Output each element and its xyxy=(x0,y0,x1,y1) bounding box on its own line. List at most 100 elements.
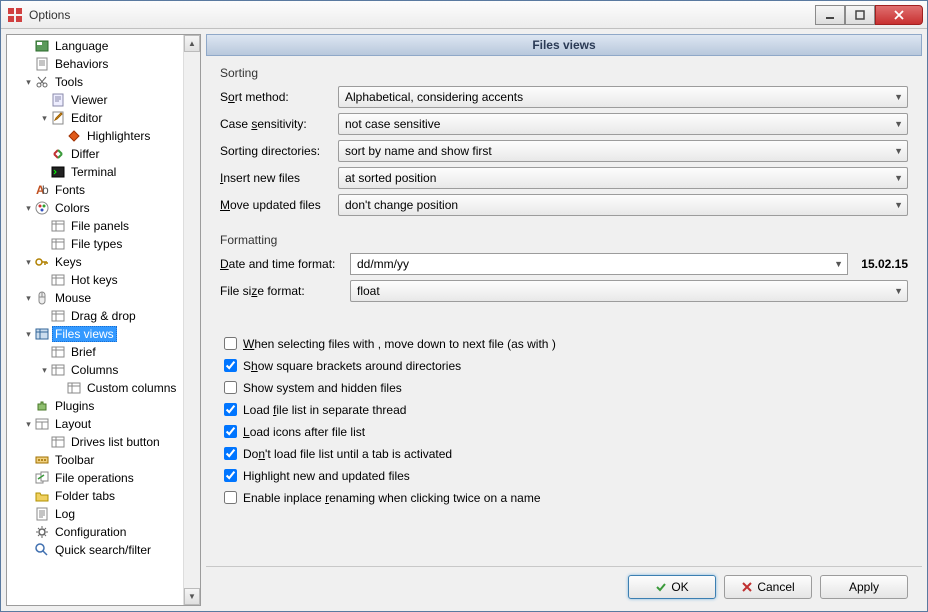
tree-item-layout[interactable]: ▾ Layout xyxy=(9,415,183,433)
minimize-button[interactable] xyxy=(815,5,845,25)
tree-item-colors[interactable]: ▾Colors xyxy=(9,199,183,217)
option-checkbox-7[interactable]: Enable inplace renaming when clicking tw… xyxy=(220,488,908,507)
close-button[interactable] xyxy=(875,5,923,25)
cancel-button[interactable]: Cancel xyxy=(724,575,812,599)
tree-item-log[interactable]: Log xyxy=(9,505,183,523)
case-combo[interactable]: not case sensitive▼ xyxy=(338,113,908,135)
tree-item-label: Language xyxy=(52,38,111,54)
dropdown-arrow-icon: ▼ xyxy=(894,92,903,102)
tree-item-configuration[interactable]: Configuration xyxy=(9,523,183,541)
tree-twisty-icon[interactable]: ▾ xyxy=(23,77,34,88)
panel-icon xyxy=(50,308,66,324)
checkbox-input[interactable] xyxy=(224,447,237,460)
option-checkbox-4[interactable]: Load icons after file list xyxy=(220,422,908,441)
tree-item-file-types[interactable]: File types xyxy=(9,235,183,253)
tree-item-folder-tabs[interactable]: Folder tabs xyxy=(9,487,183,505)
tree-twisty-icon[interactable]: ▾ xyxy=(23,257,34,268)
tree-item-language[interactable]: Language xyxy=(9,37,183,55)
tree-item-hot-keys[interactable]: Hot keys xyxy=(9,271,183,289)
tree-item-differ[interactable]: Differ xyxy=(9,145,183,163)
tree-twisty-icon[interactable]: ▾ xyxy=(23,293,34,304)
edit-icon xyxy=(50,110,66,126)
tree-twisty-icon[interactable]: ▾ xyxy=(23,329,34,340)
tree-item-terminal[interactable]: Terminal xyxy=(9,163,183,181)
term-icon xyxy=(50,164,66,180)
tree-item-file-operations[interactable]: File operations xyxy=(9,469,183,487)
formatting-section-title: Formatting xyxy=(220,233,908,247)
note-icon xyxy=(34,56,50,72)
tree-twisty-icon[interactable]: ▾ xyxy=(39,113,50,124)
font-icon: Ab xyxy=(34,182,50,198)
tree-item-fonts[interactable]: AbFonts xyxy=(9,181,183,199)
tree-item-file-panels[interactable]: File panels xyxy=(9,217,183,235)
insert-combo[interactable]: at sorted position▼ xyxy=(338,167,908,189)
tree-item-drag-drop[interactable]: Drag & drop xyxy=(9,307,183,325)
checkbox-input[interactable] xyxy=(224,403,237,416)
checkbox-input[interactable] xyxy=(224,337,237,350)
move-combo[interactable]: don't change position▼ xyxy=(338,194,908,216)
tree-twisty-icon[interactable]: ▾ xyxy=(39,365,50,376)
tree-item-label: Terminal xyxy=(68,164,119,180)
window-title: Options xyxy=(29,8,815,22)
tree-scrollbar[interactable]: ▲ ▼ xyxy=(183,35,200,605)
page-header: Files views xyxy=(206,34,922,56)
directories-combo[interactable]: sort by name and show first▼ xyxy=(338,140,908,162)
tree-twisty-icon[interactable]: ▾ xyxy=(23,419,34,430)
tree-item-drives-list-button[interactable]: Drives list button xyxy=(9,433,183,451)
checkbox-input[interactable] xyxy=(224,469,237,482)
window-buttons xyxy=(815,5,923,25)
folder-icon xyxy=(34,488,50,504)
checkbox-label: Highlight new and updated files xyxy=(243,469,410,483)
fileop-icon xyxy=(34,470,50,486)
option-checkbox-5[interactable]: Don't load file list until a tab is acti… xyxy=(220,444,908,463)
tree-item-label: Toolbar xyxy=(52,452,97,468)
tree-item-mouse[interactable]: ▾Mouse xyxy=(9,289,183,307)
tree-item-columns[interactable]: ▾Columns xyxy=(9,361,183,379)
checkbox-input[interactable] xyxy=(224,381,237,394)
tree-item-tools[interactable]: ▾ Tools xyxy=(9,73,183,91)
tree-item-label: Tools xyxy=(52,74,86,90)
dropdown-arrow-icon: ▼ xyxy=(894,119,903,129)
tree-item-label: Differ xyxy=(68,146,102,162)
checkbox-input[interactable] xyxy=(224,359,237,372)
option-checkbox-1[interactable]: Show square brackets around directories xyxy=(220,356,908,375)
tree-item-behaviors[interactable]: Behaviors xyxy=(9,55,183,73)
sort_method-combo[interactable]: Alphabetical, considering accents▼ xyxy=(338,86,908,108)
scroll-down-button[interactable]: ▼ xyxy=(184,588,200,605)
panel-icon xyxy=(50,362,66,378)
panel-icon xyxy=(50,236,66,252)
apply-button[interactable]: Apply xyxy=(820,575,908,599)
tree-item-label: Drives list button xyxy=(68,434,163,450)
option-checkbox-3[interactable]: Load file list in separate thread xyxy=(220,400,908,419)
scroll-up-button[interactable]: ▲ xyxy=(184,35,200,52)
key-icon xyxy=(34,254,50,270)
panel-icon xyxy=(50,434,66,450)
move-label: Move updated files xyxy=(220,198,338,212)
config-icon xyxy=(34,524,50,540)
file-size-format-combo[interactable]: float▼ xyxy=(350,280,908,302)
option-checkbox-2[interactable]: Show system and hidden files xyxy=(220,378,908,397)
tree-item-plugins[interactable]: Plugins xyxy=(9,397,183,415)
tree-item-brief[interactable]: Brief xyxy=(9,343,183,361)
tree-item-files-views[interactable]: ▾Files views xyxy=(9,325,183,343)
tree-item-highlighters[interactable]: Highlighters xyxy=(9,127,183,145)
maximize-button[interactable] xyxy=(845,5,875,25)
checkbox-input[interactable] xyxy=(224,425,237,438)
tree-twisty-icon[interactable]: ▾ xyxy=(23,203,34,214)
date-format-input[interactable]: dd/mm/yy▼ xyxy=(350,253,848,275)
tree-item-quick-search-filter[interactable]: Quick search/filter xyxy=(9,541,183,559)
tree-item-custom-columns[interactable]: Custom columns xyxy=(9,379,183,397)
tree-item-label: Layout xyxy=(52,416,94,432)
tree-item-editor[interactable]: ▾Editor xyxy=(9,109,183,127)
tree-item-toolbar[interactable]: Toolbar xyxy=(9,451,183,469)
option-checkbox-6[interactable]: Highlight new and updated files xyxy=(220,466,908,485)
tree-item-keys[interactable]: ▾Keys xyxy=(9,253,183,271)
tree-item-viewer[interactable]: Viewer xyxy=(9,91,183,109)
sort_method-label: Sort method: xyxy=(220,90,338,104)
option-checkbox-0[interactable]: When selecting files with , move down to… xyxy=(220,334,908,353)
checkbox-label: Load icons after file list xyxy=(243,425,365,439)
tree-item-label: Viewer xyxy=(68,92,110,108)
ok-button[interactable]: OK xyxy=(628,575,716,599)
checkbox-input[interactable] xyxy=(224,491,237,504)
tree-item-label: Configuration xyxy=(52,524,129,540)
